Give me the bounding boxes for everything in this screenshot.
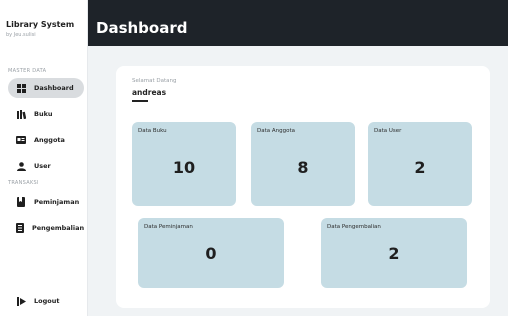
app-subtitle: by Jeu.sulisi — [6, 32, 36, 38]
logout-icon — [16, 296, 26, 306]
sidebar: Library System by Jeu.sulisi MASTER DATA… — [0, 0, 88, 316]
return-book-icon — [16, 223, 24, 233]
sidebar-item-user[interactable]: User — [8, 156, 84, 176]
books-icon — [16, 109, 26, 119]
logout-button[interactable]: Logout — [8, 296, 59, 306]
card-value: 0 — [205, 244, 217, 263]
card-value: 8 — [297, 158, 309, 177]
card-data-peminjaman[interactable]: Data Peminjaman 0 — [138, 218, 284, 288]
id-card-icon — [16, 135, 26, 145]
section-transaksi: TRANSAKSI — [8, 180, 39, 186]
card-label: Data Buku — [138, 128, 167, 134]
sidebar-item-dashboard[interactable]: Dashboard — [8, 78, 84, 98]
sidebar-item-peminjaman[interactable]: Peminjaman — [8, 192, 84, 212]
sidebar-item-label: Anggota — [34, 136, 65, 144]
sidebar-item-label: User — [34, 162, 51, 170]
card-value: 10 — [172, 158, 196, 177]
sidebar-item-label: Peminjaman — [34, 198, 80, 206]
card-data-user[interactable]: Data User 2 — [368, 122, 472, 206]
user-icon — [16, 161, 26, 171]
card-data-anggota[interactable]: Data Anggota 8 — [251, 122, 355, 206]
dashboard-grid-icon — [16, 83, 26, 93]
card-value: 2 — [388, 244, 400, 263]
logout-label: Logout — [34, 297, 60, 305]
page-title: Dashboard — [96, 19, 188, 37]
card-data-buku[interactable]: Data Buku 10 — [132, 122, 236, 206]
welcome-username: andreas — [132, 88, 167, 97]
sidebar-item-anggota[interactable]: Anggota — [8, 130, 84, 150]
card-data-pengembalian[interactable]: Data Pengembalian 2 — [321, 218, 467, 288]
card-label: Data Peminjaman — [144, 224, 193, 230]
sidebar-item-buku[interactable]: Buku — [8, 104, 84, 124]
sidebar-item-label: Buku — [34, 110, 53, 118]
sidebar-item-label: Dashboard — [34, 84, 74, 92]
welcome-label: Selamat Datang — [132, 78, 177, 84]
card-value: 2 — [414, 158, 426, 177]
sidebar-item-label: Pengembalian — [32, 224, 85, 232]
welcome-underline — [132, 100, 148, 102]
card-label: Data Pengembalian — [327, 224, 381, 230]
bookmark-book-icon — [16, 197, 26, 207]
sidebar-item-pengembalian[interactable]: Pengembalian — [8, 218, 84, 238]
card-label: Data User — [374, 128, 402, 134]
card-label: Data Anggota — [257, 128, 296, 134]
app-title: Library System — [6, 20, 75, 29]
section-master-data: MASTER DATA — [8, 68, 47, 74]
